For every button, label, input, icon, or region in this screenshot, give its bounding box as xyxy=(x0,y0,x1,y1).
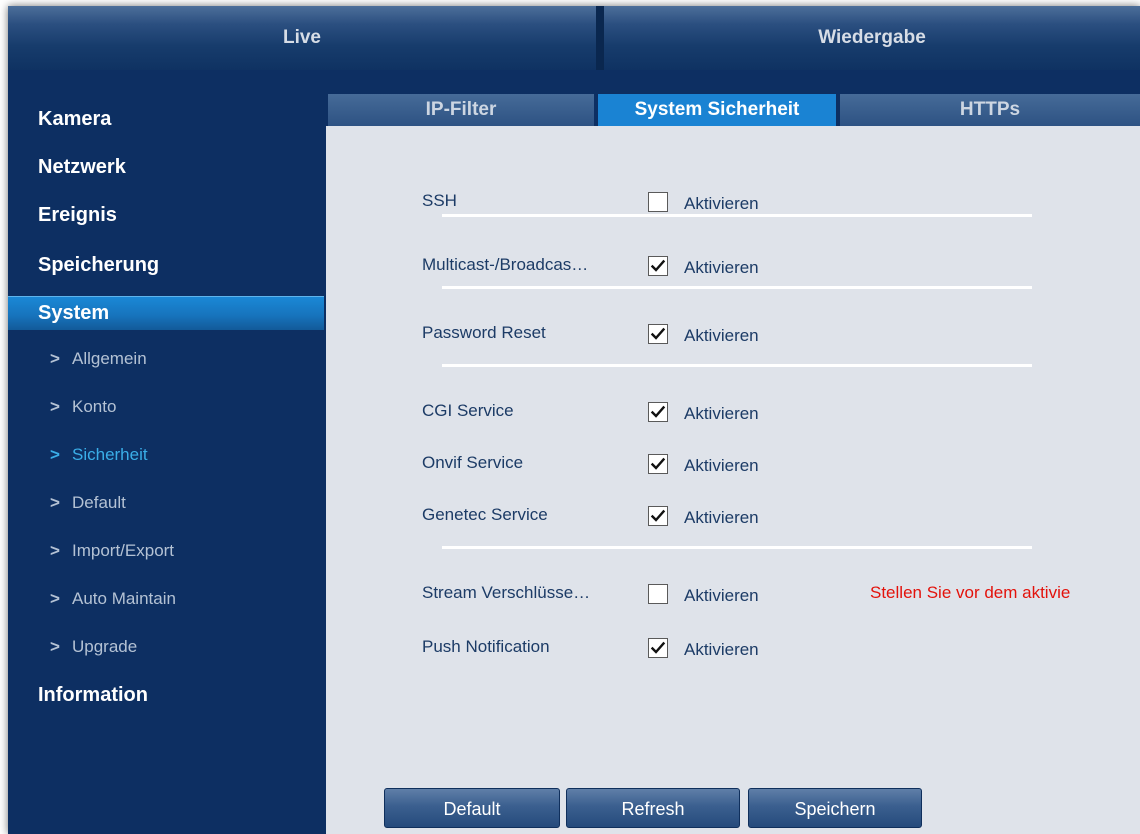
default-button[interactable]: Default xyxy=(384,788,560,828)
divider xyxy=(442,214,1032,217)
setting-label: SSH xyxy=(422,191,457,210)
setting-label: Genetec Service xyxy=(422,505,548,524)
checkmark-icon xyxy=(650,327,666,340)
checkbox-label: Aktivieren xyxy=(684,258,759,277)
divider xyxy=(442,546,1032,549)
setting-label: Push Notification xyxy=(422,637,550,656)
tab-https[interactable]: HTTPs xyxy=(840,94,1140,126)
topnav-live-tab[interactable]: Live xyxy=(8,6,596,70)
sidebar-subitem-sicherheit[interactable]: > Sicherheit xyxy=(50,442,148,468)
topnav-playback-tab[interactable]: Wiedergabe xyxy=(604,6,1140,70)
chevron-right-icon: > xyxy=(50,541,60,560)
sidebar-item-speicherung[interactable]: Speicherung xyxy=(38,250,159,280)
checkbox-label: Aktivieren xyxy=(684,508,759,527)
tab-ip-filter[interactable]: IP-Filter xyxy=(328,94,594,126)
sidebar-subitem-allgemein[interactable]: > Allgemein xyxy=(50,346,147,372)
setting-label: Multicast-/Broadcas… xyxy=(422,255,589,274)
sidebar-subitem-label: Konto xyxy=(72,397,117,416)
chevron-right-icon: > xyxy=(50,589,60,608)
save-button[interactable]: Speichern xyxy=(748,788,922,828)
sidebar-subitem-label: Sicherheit xyxy=(72,445,148,464)
checkmark-icon xyxy=(650,641,666,654)
topnav-divider xyxy=(596,6,604,70)
sidebar-subitem-label: Import/Export xyxy=(72,541,175,560)
setting-row-cgi-service: CGI Service Aktivieren xyxy=(326,398,1140,424)
refresh-button[interactable]: Refresh xyxy=(566,788,740,828)
sidebar-subitem-auto-maintain[interactable]: > Auto Maintain xyxy=(50,586,176,612)
checkbox[interactable] xyxy=(648,256,668,276)
sidebar-subitem-label: Allgemein xyxy=(72,349,147,368)
sidebar-item-ereignis[interactable]: Ereignis xyxy=(38,200,117,230)
checkbox-label: Aktivieren xyxy=(684,640,759,659)
checkmark-icon xyxy=(650,509,666,522)
sidebar-item-netzwerk[interactable]: Netzwerk xyxy=(38,152,126,182)
sidebar-subitem-default[interactable]: > Default xyxy=(50,490,126,516)
setting-label: Password Reset xyxy=(422,323,546,342)
checkbox-label: Aktivieren xyxy=(684,404,759,423)
sidebar-item-information[interactable]: Information xyxy=(38,680,148,710)
chevron-right-icon: > xyxy=(50,493,60,512)
setting-row-multicast: Multicast-/Broadcas… Aktivieren xyxy=(326,252,1140,278)
chevron-right-icon: > xyxy=(50,397,60,416)
checkbox[interactable] xyxy=(648,638,668,658)
checkbox[interactable] xyxy=(648,402,668,422)
checkbox-label: Aktivieren xyxy=(684,456,759,475)
chevron-right-icon: > xyxy=(50,637,60,656)
divider xyxy=(442,364,1032,367)
checkmark-icon xyxy=(650,405,666,418)
checkbox-label: Aktivieren xyxy=(684,586,759,605)
checkbox[interactable] xyxy=(648,506,668,526)
checkmark-icon xyxy=(650,457,666,470)
sidebar-subitem-upgrade[interactable]: > Upgrade xyxy=(50,634,137,660)
setting-label: Stream Verschlüsse… xyxy=(422,583,591,602)
warning-text: Stellen Sie vor dem aktivie xyxy=(870,583,1071,602)
setting-label: Onvif Service xyxy=(422,453,524,472)
checkbox[interactable] xyxy=(648,584,668,604)
setting-row-stream-encryption: Stream Verschlüsse… Aktivieren Stellen S… xyxy=(326,580,1140,606)
setting-row-onvif-service: Onvif Service Aktivieren xyxy=(326,450,1140,476)
sidebar-subitem-label: Default xyxy=(72,493,126,512)
chevron-right-icon: > xyxy=(50,445,60,464)
tab-system-sicherheit[interactable]: System Sicherheit xyxy=(598,94,836,126)
setting-label: CGI Service xyxy=(422,401,514,420)
settings-panel: SSH Aktivieren Multicast-/Broadcas… Akti… xyxy=(326,126,1140,834)
checkbox[interactable] xyxy=(648,192,668,212)
sidebar-item-kamera[interactable]: Kamera xyxy=(38,104,111,134)
sidebar-subitem-import-export[interactable]: > Import/Export xyxy=(50,538,174,564)
setting-row-genetec-service: Genetec Service Aktivieren xyxy=(326,502,1140,528)
checkmark-icon xyxy=(650,259,666,272)
setting-row-ssh: SSH Aktivieren xyxy=(326,188,1140,214)
chevron-right-icon: > xyxy=(50,349,60,368)
checkbox-label: Aktivieren xyxy=(684,326,759,345)
divider xyxy=(442,286,1032,289)
sidebar-subitem-label: Auto Maintain xyxy=(72,589,176,608)
sidebar-item-system[interactable]: System xyxy=(8,296,324,330)
sidebar: Kamera Netzwerk Ereignis Speicherung Sys… xyxy=(8,70,326,834)
app-window: Live Wiedergabe Kamera Netzwerk Ereignis… xyxy=(8,6,1140,834)
setting-row-password-reset: Password Reset Aktivieren xyxy=(326,320,1140,346)
sidebar-subitem-label: Upgrade xyxy=(72,637,138,656)
sidebar-subitem-konto[interactable]: > Konto xyxy=(50,394,116,420)
checkbox[interactable] xyxy=(648,454,668,474)
setting-row-push-notification: Push Notification Aktivieren xyxy=(326,634,1140,660)
checkbox[interactable] xyxy=(648,324,668,344)
